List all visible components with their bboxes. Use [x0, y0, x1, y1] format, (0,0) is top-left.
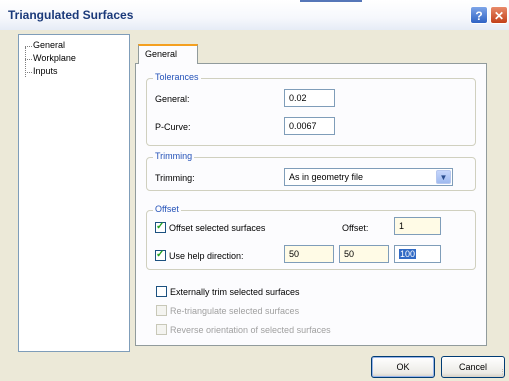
tree-connector — [25, 72, 32, 73]
reverse-orientation-checkbox[interactable] — [156, 324, 167, 335]
trimming-select[interactable]: As in geometry file ▼ — [284, 168, 453, 186]
navigation-tree: General Workplane Inputs — [18, 34, 130, 352]
tree-item-general[interactable]: General — [33, 40, 65, 50]
pcurve-tolerance-label: P-Curve: — [155, 122, 191, 132]
offset-value-input[interactable]: 1 — [394, 217, 441, 235]
window-title: Triangulated Surfaces — [8, 8, 134, 22]
trimming-group: Trimming Trimming: As in geometry file ▼ — [146, 151, 476, 191]
dialog-window: Triangulated Surfaces ? ✕ General Workpl… — [0, 0, 509, 381]
offset-value-label: Offset: — [342, 223, 369, 233]
use-help-direction-label: Use help direction: — [169, 251, 244, 261]
reverse-orientation-label: Reverse orientation of selected surfaces — [170, 325, 331, 335]
tolerances-title: Tolerances — [153, 72, 201, 82]
use-help-direction-checkbox[interactable] — [155, 249, 166, 261]
direction-y-input[interactable]: 50 — [339, 245, 389, 263]
close-icon[interactable]: ✕ — [490, 6, 508, 24]
offset-selected-checkbox[interactable] — [155, 221, 166, 233]
retriangulate-checkbox[interactable] — [156, 305, 167, 316]
tab-general[interactable]: General — [138, 44, 198, 64]
direction-z-input[interactable]: 100 — [394, 245, 441, 263]
trimming-label: Trimming: — [155, 173, 195, 183]
retriangulate-label: Re-triangulate selected surfaces — [170, 306, 300, 316]
direction-z-value: 100 — [399, 249, 417, 259]
tab-general-label: General — [145, 49, 178, 59]
tab-panel: Tolerances General: 0.02 P-Curve: 0.0067… — [135, 63, 487, 346]
tree-item-workplane[interactable]: Workplane — [33, 53, 76, 63]
trimming-select-value: As in geometry file — [289, 172, 364, 182]
tolerances-group: Tolerances General: 0.02 P-Curve: 0.0067 — [146, 72, 476, 146]
tree-connector — [25, 46, 32, 47]
pcurve-tolerance-input[interactable]: 0.0067 — [284, 117, 335, 135]
help-icon[interactable]: ? — [470, 6, 488, 24]
resize-grip-icon[interactable]: ⋮ — [499, 368, 507, 376]
chevron-down-icon[interactable]: ▼ — [436, 170, 451, 184]
general-tolerance-input[interactable]: 0.02 — [284, 89, 335, 107]
ok-button[interactable]: OK — [371, 356, 435, 378]
title-accent-line — [300, 0, 362, 2]
tree-item-inputs[interactable]: Inputs — [33, 66, 58, 76]
general-tolerance-label: General: — [155, 94, 190, 104]
offset-group: Offset Offset selected surfaces Offset: … — [146, 204, 476, 270]
offset-selected-label: Offset selected surfaces — [169, 223, 266, 233]
title-bar[interactable]: Triangulated Surfaces ? ✕ — [0, 0, 509, 30]
externally-trim-label: Externally trim selected surfaces — [170, 287, 300, 297]
cancel-button[interactable]: Cancel — [441, 356, 505, 378]
direction-x-input[interactable]: 50 — [284, 245, 334, 263]
externally-trim-checkbox[interactable] — [156, 286, 167, 297]
tree-connector — [25, 59, 32, 60]
trimming-title: Trimming — [153, 151, 195, 161]
offset-title: Offset — [153, 204, 181, 214]
